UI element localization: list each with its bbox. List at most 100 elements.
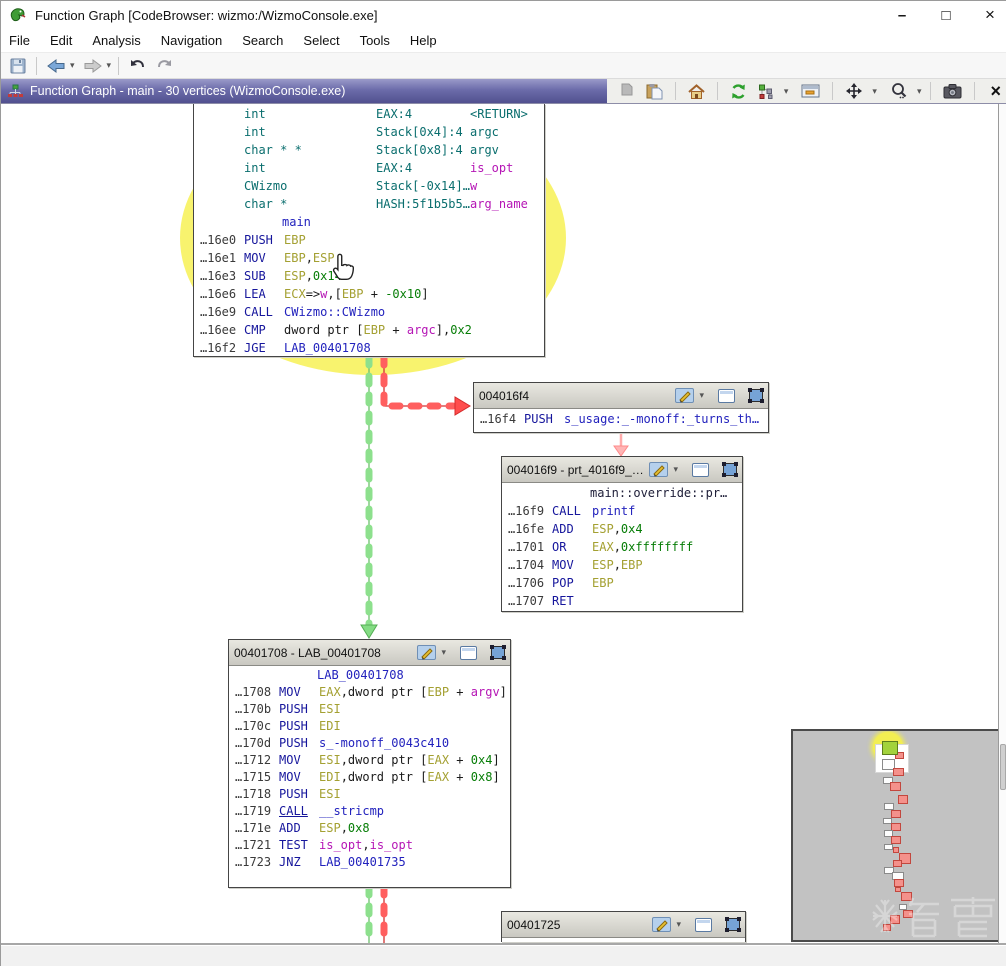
block-header[interactable]: 00401725 ▾ <box>502 912 745 938</box>
menu-item-file[interactable]: File <box>9 33 30 48</box>
asm-row[interactable]: …1701 OR EAX,0xffffffff <box>502 538 742 556</box>
label-row[interactable]: main::override::pr… <box>502 484 742 502</box>
forward-button[interactable] <box>81 57 105 75</box>
save-button[interactable] <box>7 56 29 76</box>
menu-item-select[interactable]: Select <box>303 33 339 48</box>
asm-row[interactable]: …1706 POP EBP <box>502 574 742 592</box>
menu-item-navigation[interactable]: Navigation <box>161 33 222 48</box>
group-selection-icon[interactable] <box>748 388 764 403</box>
chevron-down-icon[interactable]: ▾ <box>699 390 704 401</box>
satellite-block[interactable] <box>884 803 894 810</box>
asm-row[interactable]: …16ee CMP dword ptr [EBP + argc],0x2 <box>194 321 544 339</box>
satellite-block[interactable] <box>890 782 901 791</box>
code-block-004016f9[interactable]: 004016f9 - prt_4016f9_4… ▾ main::overrid… <box>501 456 743 612</box>
signature-row[interactable]: CWizmo Stack[-0x14]…w <box>194 177 544 195</box>
asm-row[interactable]: …171e ADD ESP,0x8 <box>229 820 510 837</box>
pan-button[interactable] <box>842 80 866 102</box>
redo-button[interactable] <box>153 57 176 75</box>
block-header[interactable]: 00401708 - LAB_00401708 ▾ <box>229 640 510 666</box>
asm-row[interactable]: …1704 MOV ESP,EBP <box>502 556 742 574</box>
satellite-block[interactable] <box>893 860 902 867</box>
asm-row[interactable]: …16e1 MOV EBP,ESP <box>194 249 544 267</box>
asm-row[interactable]: …1718 PUSH ESI <box>229 786 510 803</box>
satellite-block[interactable] <box>893 768 904 776</box>
satellite-block[interactable] <box>891 836 901 844</box>
menu-item-help[interactable]: Help <box>410 33 437 48</box>
label-row[interactable]: LAB_00401708 <box>229 667 510 684</box>
asm-row[interactable]: …16f9 CALL printf <box>502 502 742 520</box>
scrollbar-thumb[interactable] <box>1000 744 1006 790</box>
satellite-block[interactable] <box>882 741 898 755</box>
group-selection-icon[interactable] <box>725 917 741 932</box>
title-bar[interactable]: Function Graph [CodeBrowser: wizmo:/Wizm… <box>1 1 1006 29</box>
edit-label-pencil-icon[interactable] <box>417 645 437 660</box>
edit-label-pencil-icon[interactable] <box>649 462 669 477</box>
graph-canvas[interactable]: int EAX:4 <RETURN> int Stack[0x4]:4 argc char … <box>1 104 1006 943</box>
layout-dropdown[interactable]: ▾ <box>784 86 789 97</box>
asm-row[interactable]: …170d PUSH s_-monoff_0043c410 <box>229 735 510 752</box>
paste-button[interactable] <box>643 81 666 102</box>
chevron-down-icon[interactable]: ▾ <box>676 919 681 930</box>
asm-row[interactable]: …1708 MOV EAX,dword ptr [EBP + argv] <box>229 684 510 701</box>
maximize-block-icon[interactable] <box>695 917 712 932</box>
magnifier-button[interactable] <box>887 80 911 102</box>
code-block-main[interactable]: int EAX:4 <RETURN> int Stack[0x4]:4 argc char … <box>193 104 545 357</box>
menu-item-edit[interactable]: Edit <box>50 33 72 48</box>
asm-row[interactable]: …1707 RET <box>502 592 742 610</box>
menu-item-tools[interactable]: Tools <box>360 33 390 48</box>
copy-button[interactable] <box>617 81 639 101</box>
asm-row[interactable]: …16e0 PUSH EBP <box>194 231 544 249</box>
satellite-view[interactable] <box>791 729 1005 942</box>
asm-row[interactable]: …16e9 CALL CWizmo::CWizmo <box>194 303 544 321</box>
signature-row[interactable]: char * * Stack[0x8]:4 argv <box>194 141 544 159</box>
maximize-block-icon[interactable] <box>460 645 477 660</box>
code-body[interactable]: LAB_00401708 …1708 MOV EAX,dword ptr [EBP +… <box>229 666 510 871</box>
maximize-block-icon[interactable] <box>718 388 735 403</box>
signature-row[interactable]: char * HASH:5f1b5b5…arg_name <box>194 195 544 213</box>
minimize-button[interactable]: – <box>893 7 911 24</box>
close-button[interactable]: × <box>981 5 999 25</box>
edit-label-pencil-icon[interactable] <box>652 917 672 932</box>
panel-close-button[interactable]: × <box>984 81 1006 102</box>
asm-row[interactable]: …170c PUSH EDI <box>229 718 510 735</box>
asm-row[interactable]: …170b PUSH ESI <box>229 701 510 718</box>
block-header[interactable]: 004016f9 - prt_4016f9_4… ▾ <box>502 457 742 483</box>
code-body[interactable]: int EAX:4 <RETURN> int Stack[0x4]:4 argc char … <box>194 104 544 357</box>
satellite-block[interactable] <box>891 810 901 818</box>
pan-dropdown[interactable]: ▾ <box>872 86 877 97</box>
chevron-down-icon[interactable]: ▾ <box>441 647 446 658</box>
magnifier-dropdown[interactable]: ▾ <box>917 86 922 97</box>
panel-title-bar[interactable]: Function Graph - main - 30 vertices (Wiz… <box>1 79 607 103</box>
signature-row[interactable]: int EAX:4 is_opt <box>194 159 544 177</box>
code-block-00401708[interactable]: 00401708 - LAB_00401708 ▾ LAB_00401708 …1… <box>228 639 511 888</box>
menu-item-analysis[interactable]: Analysis <box>92 33 140 48</box>
edge-display-button[interactable] <box>798 82 823 100</box>
maximize-button[interactable]: □ <box>937 7 955 24</box>
satellite-block[interactable] <box>884 844 893 850</box>
code-body[interactable]: main::override::pr… …16f9 CALL printf …16fe A… <box>502 483 742 610</box>
asm-row[interactable]: …16fe ADD ESP,0x4 <box>502 520 742 538</box>
maximize-block-icon[interactable] <box>692 462 709 477</box>
menu-item-search[interactable]: Search <box>242 33 283 48</box>
code-block-004016f4[interactable]: 004016f4 ▾ …16f4 PUSH s_usage:_-monoff:_tu… <box>473 382 769 433</box>
label-row[interactable]: main <box>194 213 544 231</box>
home-button[interactable] <box>685 82 708 101</box>
group-selection-icon[interactable] <box>722 462 738 477</box>
refresh-button[interactable] <box>727 81 750 102</box>
asm-row[interactable]: …16f2 JGE LAB_00401708 <box>194 339 544 357</box>
asm-row[interactable]: …1719 CALL __stricmp <box>229 803 510 820</box>
asm-row[interactable]: …1721 TEST is_opt,is_opt <box>229 837 510 854</box>
edit-label-pencil-icon[interactable] <box>675 388 695 403</box>
satellite-block[interactable] <box>898 795 908 804</box>
asm-row[interactable]: …1723 JNZ LAB_00401735 <box>229 854 510 871</box>
block-header[interactable]: 004016f4 ▾ <box>474 383 768 409</box>
asm-row[interactable]: …16f4 PUSH s_usage:_-monoff:_turns_th… <box>474 410 768 428</box>
signature-row[interactable]: int EAX:4 <RETURN> <box>194 105 544 123</box>
code-body[interactable]: …16f4 PUSH s_usage:_-monoff:_turns_th… <box>474 409 768 428</box>
snapshot-button[interactable] <box>940 81 965 101</box>
asm-row[interactable]: …16e3 SUB ESP,0x14 <box>194 267 544 285</box>
layout-button[interactable] <box>754 81 778 102</box>
back-button[interactable] <box>44 57 68 75</box>
signature-row[interactable]: int Stack[0x4]:4 argc <box>194 123 544 141</box>
chevron-down-icon[interactable]: ▾ <box>673 464 678 475</box>
